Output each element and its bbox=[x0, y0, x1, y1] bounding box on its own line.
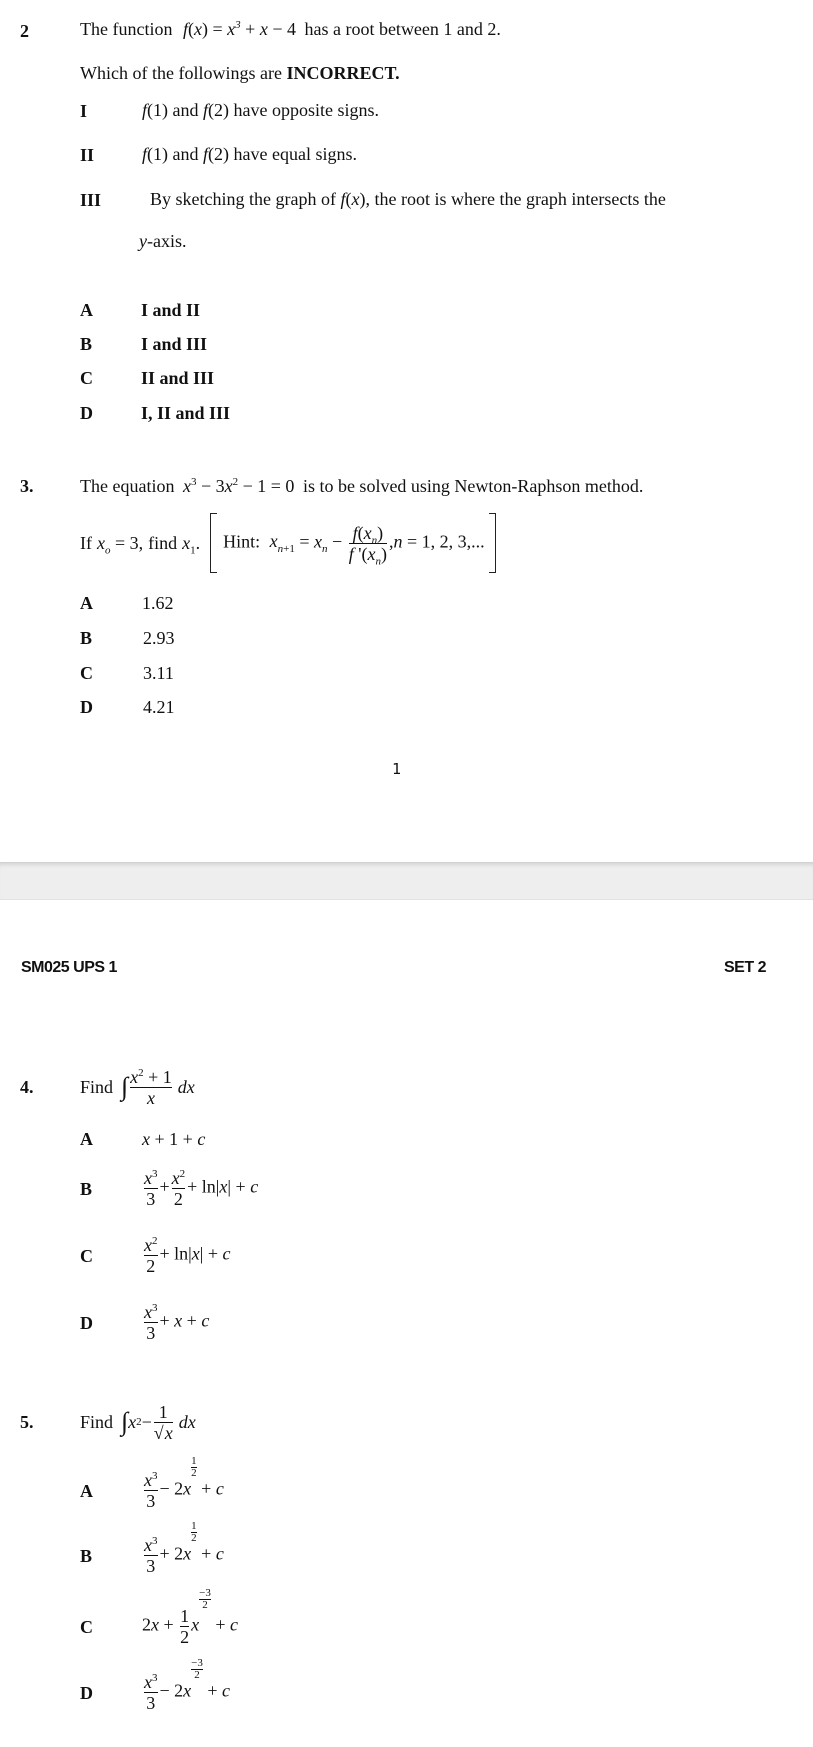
instruction-text: Which of the followings are bbox=[80, 63, 282, 83]
given-value: xo = 3, bbox=[97, 533, 144, 557]
option-label: D bbox=[80, 1683, 93, 1703]
option-text: I and II bbox=[141, 300, 201, 320]
statement-label: I bbox=[80, 101, 88, 121]
stem-suffix: has a root between 1 and 2. bbox=[304, 19, 501, 39]
option-d[interactable]: D x3 3 + x + c bbox=[80, 1294, 209, 1352]
question-3-stem: The equation x3 − 3x2 − 1 = 0 is to be s… bbox=[80, 475, 643, 497]
option-c[interactable]: C II and III bbox=[80, 367, 214, 389]
question-3-given: If xo = 3, find x1. Hint: xn+1 = xn − f(… bbox=[80, 512, 496, 574]
find-target: x1. bbox=[182, 533, 201, 557]
option-math: x3 3− 2x 1 2 + c bbox=[144, 1455, 224, 1511]
differential: dx bbox=[177, 1077, 195, 1097]
hint-bracket-left bbox=[210, 513, 218, 573]
option-math: 2x + 1 2 x −3 2 + c bbox=[142, 1587, 239, 1648]
page-separator bbox=[0, 862, 813, 900]
integral-sign-icon: ∫ bbox=[121, 1072, 129, 1101]
option-a[interactable]: A I and II bbox=[80, 299, 200, 321]
hint-fraction: f(xn) f '(xn) bbox=[348, 522, 387, 568]
statement-1: f(1) and f(2) have opposite signs. bbox=[142, 100, 380, 120]
statement-2: f(1) and f(2) have equal signs. bbox=[142, 144, 357, 164]
stem-suffix: is to be solved using Newton-Raphson met… bbox=[302, 476, 644, 496]
statement-label: II bbox=[80, 145, 95, 165]
statement-label: III bbox=[80, 190, 102, 210]
hint-box: Hint: xn+1 = xn − f(xn) f '(xn) ,n = 1, … bbox=[223, 522, 485, 568]
statement-text: have opposite signs. bbox=[233, 100, 380, 120]
option-label: C bbox=[80, 663, 93, 683]
statement-prefix: By sketching the graph of bbox=[150, 189, 336, 209]
question-2-instruction: Which of the followings are INCORRECT. bbox=[80, 62, 400, 84]
option-math: x3 3 + x + c bbox=[144, 1302, 210, 1343]
question-5-stem: Find ∫ x2 − 1 √x dx bbox=[80, 1401, 196, 1443]
option-label: A bbox=[80, 1481, 93, 1501]
statement-3: By sketching the graph of f(x), the root… bbox=[150, 189, 666, 209]
page-number: 1 bbox=[392, 760, 402, 778]
option-label: C bbox=[80, 1617, 93, 1637]
continuation-text: -axis. bbox=[147, 231, 187, 251]
option-label: A bbox=[80, 593, 93, 613]
option-text: 4.21 bbox=[143, 697, 175, 717]
stem-prefix: The equation bbox=[80, 476, 175, 496]
option-label: B bbox=[80, 1179, 93, 1199]
question-4-stem: Find ∫ x2 + 1 x dx bbox=[80, 1060, 195, 1114]
option-d[interactable]: D 4.21 bbox=[80, 696, 175, 718]
option-a[interactable]: A x3 3− 2x 1 2 + c bbox=[80, 1456, 224, 1520]
question-number: 4. bbox=[20, 1077, 34, 1097]
question-number: 3. bbox=[20, 476, 34, 496]
option-math: x3 3− 2x −3 2 + c bbox=[144, 1657, 231, 1713]
option-label: A bbox=[80, 1129, 93, 1149]
option-label: C bbox=[80, 1246, 93, 1266]
option-b[interactable]: B 2.93 bbox=[80, 627, 175, 649]
option-math: x + 1 + c bbox=[142, 1129, 206, 1149]
option-text: I, II and III bbox=[141, 403, 231, 423]
option-label: B bbox=[80, 628, 93, 648]
option-b[interactable]: B I and III bbox=[80, 333, 207, 355]
function-expression: f(x) = x3 + x − 4 bbox=[182, 19, 296, 39]
option-d[interactable]: D I, II and III bbox=[80, 402, 230, 424]
header-set: SET 2 bbox=[724, 959, 766, 976]
question-number: 5. bbox=[20, 1412, 34, 1432]
option-text: 1.62 bbox=[142, 593, 174, 613]
option-label: D bbox=[80, 1313, 93, 1333]
option-label: B bbox=[80, 1546, 93, 1566]
question-number: 2 bbox=[20, 21, 29, 41]
hint-bracket-right bbox=[488, 513, 496, 573]
option-text: 3.11 bbox=[143, 663, 174, 683]
option-label: A bbox=[80, 300, 93, 320]
instruction-emphasis: INCORRECT. bbox=[286, 63, 400, 83]
option-label: D bbox=[80, 403, 93, 423]
option-math: x2 2 + ln|x| + c bbox=[144, 1235, 231, 1276]
option-text: 2.93 bbox=[143, 628, 175, 648]
given-prefix: If bbox=[80, 533, 92, 553]
header-course-code: SM025 UPS 1 bbox=[21, 959, 117, 976]
stem-prefix: Find bbox=[80, 1077, 114, 1097]
hint-label: Hint: bbox=[223, 531, 261, 552]
option-math: x3 3 + 2x 1 2 + c bbox=[144, 1520, 224, 1576]
option-label: C bbox=[80, 368, 93, 388]
option-b[interactable]: B x3 3 + 2x 1 2 + c bbox=[80, 1521, 224, 1585]
option-c[interactable]: C 2x + 1 2 x −3 2 + c bbox=[80, 1588, 238, 1656]
option-b[interactable]: B x3 3 + x2 2 + ln|x| + c bbox=[80, 1160, 258, 1218]
option-c[interactable]: C x2 2 + ln|x| + c bbox=[80, 1227, 231, 1285]
option-c[interactable]: C 3.11 bbox=[80, 662, 174, 684]
option-label: B bbox=[80, 334, 93, 354]
stem-prefix: The function bbox=[80, 19, 173, 39]
option-d[interactable]: D x3 3− 2x −3 2 + c bbox=[80, 1658, 230, 1722]
option-text: I and III bbox=[141, 334, 208, 354]
option-text: II and III bbox=[141, 368, 215, 388]
integrand-fraction: x2 + 1 x bbox=[130, 1066, 172, 1108]
differential: dx bbox=[178, 1412, 196, 1432]
option-a[interactable]: A 1.62 bbox=[80, 592, 174, 614]
option-label: D bbox=[80, 697, 93, 717]
equation: x3 − 3x2 − 1 = 0 bbox=[182, 476, 295, 496]
statement-text: the root is where the graph intersects t… bbox=[374, 189, 666, 209]
question-2-stem: The function f(x) = x3 + x − 4 has a roo… bbox=[80, 18, 501, 40]
statement-text: have equal signs. bbox=[233, 144, 357, 164]
option-a[interactable]: A x + 1 + c bbox=[80, 1128, 205, 1150]
option-math: x3 3 + x2 2 + ln|x| + c bbox=[144, 1168, 259, 1209]
statement-3-continuation: y-axis. bbox=[139, 230, 187, 252]
integrand-fraction: 1 √x bbox=[153, 1401, 173, 1443]
find-prefix: find bbox=[148, 533, 178, 553]
stem-prefix: Find bbox=[80, 1412, 114, 1432]
axis-variable: y bbox=[139, 231, 147, 251]
